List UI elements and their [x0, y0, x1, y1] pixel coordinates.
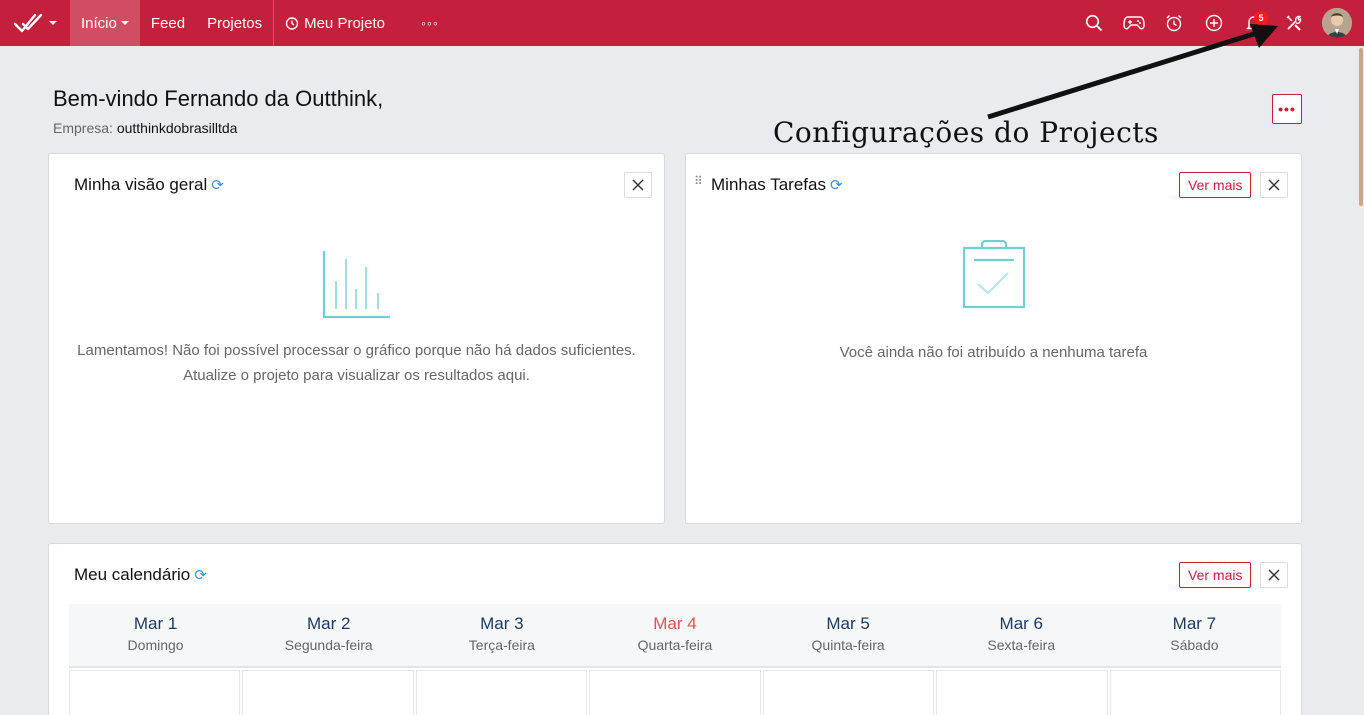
calendar-date: Mar 5: [826, 614, 870, 633]
calendar-date: Mar 6: [999, 614, 1043, 633]
calendar-day-header[interactable]: Mar 6 Sexta-feira: [935, 604, 1108, 666]
welcome-heading: Bem-vindo Fernando da Outthink,: [53, 86, 384, 111]
avatar-photo-icon: [1322, 8, 1352, 38]
calendar-weekday: Quarta-feira: [637, 637, 713, 653]
close-icon: [632, 179, 644, 191]
tasks-card-header: Minhas Tarefas ⟳: [711, 175, 843, 195]
calendar-day-cell[interactable]: [762, 670, 935, 715]
nav-inicio-label: Início: [81, 14, 117, 32]
close-icon: [1268, 569, 1280, 581]
overview-card-header: Minha visão geral ⟳: [74, 175, 224, 195]
calendar-weekday: Segunda-feira: [284, 637, 373, 653]
calendar-day-cell[interactable]: [589, 670, 761, 715]
nav-inicio[interactable]: Início: [70, 0, 140, 46]
calendar-day-header[interactable]: Mar 5 Quinta-feira: [762, 604, 935, 666]
overview-card-title: Minha visão geral: [74, 175, 208, 194]
nav-meu-projeto-label: Meu Projeto: [304, 14, 385, 32]
page-scrollbar-thumb[interactable]: [1359, 48, 1363, 206]
calendar-weekday: Sexta-feira: [987, 637, 1056, 653]
tasks-empty-message: Você ainda não foi atribuído a nenhuma t…: [839, 344, 1148, 361]
calendar-day-cell[interactable]: [69, 670, 241, 715]
calendar-day-header[interactable]: Mar 7 Sábado: [1108, 604, 1281, 666]
refresh-icon[interactable]: ⟳: [830, 176, 843, 194]
calendar-day-header[interactable]: Mar 2 Segunda-feira: [242, 604, 415, 666]
tasks-ver-mais-button[interactable]: Ver mais: [1179, 172, 1252, 198]
app-logo-menu[interactable]: [0, 0, 70, 46]
calendar-day-header[interactable]: Mar 3 Terça-feira: [415, 604, 588, 666]
calendar-weekday: Quinta-feira: [811, 637, 885, 653]
user-avatar[interactable]: [1322, 8, 1352, 38]
calendar-week-body: [69, 670, 1281, 715]
calendar-weekday: Terça-feira: [468, 637, 535, 653]
calendar-card: Meu calendário ⟳ Ver mais Mar 1 Domingo …: [48, 543, 1302, 715]
calendar-date-today: Mar 4: [653, 614, 697, 633]
overview-message-line1: Lamentamos! Não foi possível processar o…: [77, 342, 636, 359]
company-value: outthinkdobrasilltda: [116, 120, 238, 136]
overview-card: Minha visão geral ⟳ Lamentamos! Não foi …: [48, 153, 665, 524]
chevron-down-icon: [120, 21, 129, 25]
overview-close-button[interactable]: [624, 172, 652, 198]
calendar-date: Mar 1: [133, 614, 178, 633]
calendar-day-cell[interactable]: [936, 670, 1108, 715]
calendar-weekday: Domingo: [127, 637, 184, 653]
nav-projetos-label: Projetos: [207, 14, 263, 32]
calendar-day-cell[interactable]: [415, 670, 588, 715]
calendar-day-cell[interactable]: [242, 670, 414, 715]
calendar-card-title: Meu calendário: [74, 565, 191, 584]
nav-meu-projeto[interactable]: Meu Projeto: [274, 0, 396, 46]
calendar-date: Mar 2: [306, 614, 351, 633]
logo-checkmark-icon: [13, 13, 43, 33]
refresh-icon[interactable]: ⟳: [211, 176, 224, 194]
timer-icon: [285, 17, 299, 30]
clipboard-check-icon: [962, 240, 1026, 309]
tasks-close-button[interactable]: [1260, 172, 1288, 198]
calendar-day-header[interactable]: Mar 1 Domingo: [69, 604, 242, 666]
nav-feed[interactable]: Feed: [140, 0, 196, 46]
chevron-down-icon: [49, 21, 57, 25]
close-icon: [1268, 179, 1280, 191]
bar-chart-empty-icon: [322, 251, 390, 319]
company-info: Empresa: outthinkdobrasilltda: [53, 120, 237, 136]
company-label: Empresa:: [53, 120, 113, 136]
nav-more-button[interactable]: ◦◦◦: [410, 0, 450, 46]
calendar-card-header: Meu calendário ⟳: [74, 565, 207, 585]
tasks-card: ⠿ Minhas Tarefas ⟳ Ver mais Você ainda n…: [685, 153, 1302, 524]
calendar-close-button[interactable]: [1260, 562, 1288, 588]
calendar-date: Mar 7: [1172, 614, 1217, 633]
tasks-card-title: Minhas Tarefas: [711, 175, 826, 194]
calendar-weekday: Sábado: [1170, 637, 1219, 653]
refresh-icon[interactable]: ⟳: [194, 566, 207, 584]
annotation-arrow-icon: [987, 24, 1278, 120]
calendar-week-header: Mar 1 Domingo Mar 2 Segunda-feira Mar 3 …: [69, 604, 1281, 668]
nav-feed-label: Feed: [150, 14, 186, 32]
overview-empty-message: Lamentamos! Não foi possível processar o…: [49, 338, 664, 388]
calendar-day-header-today[interactable]: Mar 4 Quarta-feira: [588, 604, 761, 666]
calendar-ver-mais-button[interactable]: Ver mais: [1179, 562, 1252, 588]
drag-handle-icon[interactable]: ⠿: [694, 175, 704, 187]
nav-projetos[interactable]: Projetos: [196, 0, 273, 46]
more-dots-icon: ◦◦◦: [420, 15, 439, 31]
overview-message-line2: Atualize o projeto para visualizar os re…: [183, 367, 530, 384]
calendar-date: Mar 3: [480, 614, 524, 633]
calendar-day-cell[interactable]: [1109, 670, 1281, 715]
